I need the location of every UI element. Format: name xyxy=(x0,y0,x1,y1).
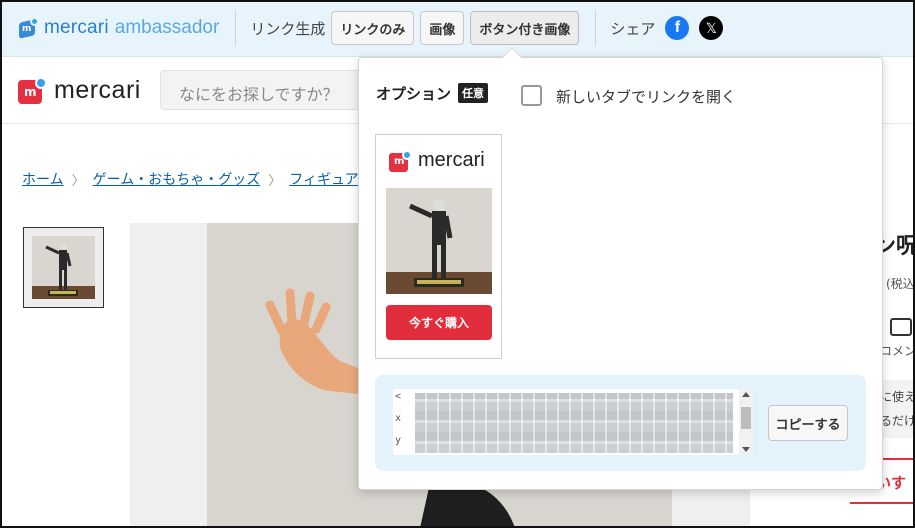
scroll-down-icon[interactable] xyxy=(742,447,750,452)
figure-thumbnail-image xyxy=(32,236,95,299)
info-text-2: るだけ xyxy=(880,414,915,428)
image-button[interactable]: 画像 xyxy=(420,11,465,45)
toolbar-divider xyxy=(595,10,597,46)
blurred-code xyxy=(415,393,733,453)
mercari-logo-text: mercari xyxy=(54,76,141,104)
embed-code-textarea[interactable]: < x y xyxy=(393,389,753,455)
comment-label: コメン xyxy=(880,344,915,358)
breadcrumb-home[interactable]: ホーム xyxy=(22,169,64,189)
chevron-right-icon: 〉 xyxy=(71,173,85,189)
code-line-prefix: y xyxy=(395,435,402,446)
toolbar-divider xyxy=(235,10,237,46)
breadcrumb-games[interactable]: ゲーム・おもちゃ・グッズ xyxy=(93,169,261,189)
facebook-icon[interactable]: f xyxy=(665,16,690,40)
scroll-up-icon[interactable] xyxy=(742,392,750,397)
button-image-preview: m mercari 今すぐ購入 xyxy=(375,134,502,359)
breadcrumb-figures[interactable]: フィギュア xyxy=(289,169,358,189)
product-thumbnail[interactable] xyxy=(23,227,104,308)
preview-mercari-logo: m mercari xyxy=(389,149,485,172)
code-line-prefix: x xyxy=(395,413,402,424)
preview-product-image xyxy=(386,188,492,294)
mercari-box-icon: m xyxy=(18,76,48,105)
mercari-cube-icon: m xyxy=(18,17,40,39)
x-icon[interactable]: 𝕏 xyxy=(699,16,724,40)
code-scrollbar[interactable] xyxy=(739,389,753,455)
button-image-button[interactable]: ボタン付き画像 xyxy=(470,11,580,45)
search-input[interactable]: なにをお探しですか？ xyxy=(160,70,390,110)
copy-button[interactable]: コピーする xyxy=(768,405,848,441)
ambassador-logo-primary: mercari xyxy=(44,17,109,38)
preview-buy-button: 今すぐ購入 xyxy=(386,305,492,340)
mercari-box-icon: m xyxy=(389,149,413,172)
share-label: シェア xyxy=(610,19,656,38)
link-options-popup: オプション 任意 新しいタブでリンクを開く m mercari 今すぐ購入 < … xyxy=(358,47,883,490)
link-gen-label: リンク生成 xyxy=(250,19,326,38)
chevron-right-icon: 〉 xyxy=(268,173,282,189)
tax-label: (税込 xyxy=(886,277,915,291)
ambassador-toolbar: m mercari ambassador リンク生成 リンクのみ 画像 ボタン付… xyxy=(0,0,915,57)
code-line-prefix: < xyxy=(395,391,402,402)
new-tab-checkbox[interactable] xyxy=(521,85,542,106)
preview-logo-text: mercari xyxy=(418,149,485,171)
optional-badge: 任意 xyxy=(458,83,488,103)
link-only-button[interactable]: リンクのみ xyxy=(331,11,415,45)
code-area: < x y コピーする xyxy=(375,375,866,471)
breadcrumb: ホーム 〉 ゲーム・おもちゃ・グッズ 〉 フィギュア 〉 そ xyxy=(22,169,402,189)
comment-icon[interactable] xyxy=(890,318,912,336)
ambassador-logo[interactable]: m mercari ambassador xyxy=(18,17,219,39)
mercari-logo[interactable]: m mercari xyxy=(18,76,141,105)
option-title: オプション xyxy=(376,85,452,103)
scroll-thumb[interactable] xyxy=(741,407,751,429)
info-text-1: に使え xyxy=(880,390,915,404)
new-tab-label[interactable]: 新しいタブでリンクを開く xyxy=(556,86,736,107)
ambassador-logo-secondary: ambassador xyxy=(114,17,220,38)
